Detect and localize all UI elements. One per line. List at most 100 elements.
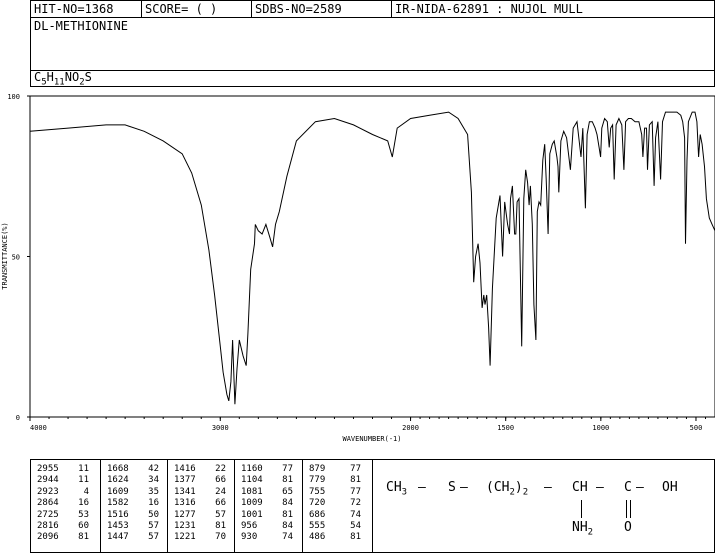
peak-transmittance: 42 [148, 464, 159, 474]
structure-c: C [624, 480, 632, 495]
peak-wavenumber: 1231 [174, 521, 196, 532]
peak-row: 720 72 [309, 498, 361, 509]
peak-transmittance: 77 [282, 464, 293, 474]
structure-s: S [448, 480, 456, 495]
peak-row: 1316 66 [174, 498, 226, 509]
peak-wavenumber: 1416 [174, 464, 196, 474]
peak-row: 1416 22 [174, 464, 226, 475]
peak-wavenumber: 1582 [107, 498, 129, 509]
structure-o: O [624, 520, 632, 535]
peak-transmittance: 4 [83, 486, 89, 497]
peak-transmittance: 11 [78, 475, 89, 486]
peak-row: 1377 66 [174, 475, 226, 486]
peak-wavenumber: 2864 [37, 498, 59, 509]
peak-row: 555 54 [309, 521, 361, 532]
peak-row: 1104 81 [241, 475, 293, 486]
x-tick-label: 1500 [497, 424, 514, 432]
peak-row: 2944 11 [37, 475, 89, 486]
peak-transmittance: 53 [78, 509, 89, 520]
peak-column-table: 1416 22 1377 66 1341 24 1316 66 1277 57 1231 81 1221… [174, 464, 226, 544]
structure-nh2-text: NH [572, 520, 588, 535]
peak-wavenumber: 2923 [37, 486, 59, 497]
peak-transmittance: 35 [148, 486, 159, 497]
bond-1: — [418, 480, 426, 495]
peak-row: 686 74 [309, 510, 361, 521]
peak-row: 1341 24 [174, 487, 226, 498]
peak-row: 2816 60 [37, 521, 89, 532]
peak-transmittance: 81 [282, 509, 293, 520]
structure-chain-text: (CH [486, 480, 510, 495]
peak-wavenumber: 1316 [174, 498, 196, 509]
structure-chain-close: ) [514, 480, 523, 495]
peak-wavenumber: 486 [309, 532, 326, 543]
peak-column: 1160 77 1104 81 1081 65 1009 84 1001 81 956 84 930 74 [235, 460, 303, 552]
peak-row: 1582 16 [107, 498, 159, 509]
peak-row: 1160 77 [241, 464, 293, 475]
peak-column: 879 77 779 81 755 77 720 72 686 74 555 54 486 81 [303, 460, 373, 552]
peak-transmittance: 57 [215, 509, 226, 520]
plot-border [29, 95, 715, 418]
peak-wavenumber: 1624 [107, 475, 129, 486]
peak-row: 930 74 [241, 532, 293, 543]
peak-transmittance: 81 [215, 521, 226, 532]
structure-ch3: CH3 [386, 480, 407, 498]
peak-transmittance: 81 [350, 532, 361, 543]
peak-row: 2864 16 [37, 498, 89, 509]
peak-wavenumber: 2816 [37, 521, 59, 532]
peak-transmittance: 84 [282, 498, 293, 509]
peak-wavenumber: 1516 [107, 509, 129, 520]
peak-transmittance: 70 [215, 532, 226, 543]
x-tick-label: 500 [690, 424, 703, 432]
peak-column-table: 2955 11 2944 11 2923 4 2864 16 2725 53 2816 60 2096 8… [37, 464, 89, 544]
spectrum-line [29, 111, 715, 405]
peak-transmittance: 16 [148, 498, 159, 509]
peak-wavenumber: 1668 [107, 464, 129, 474]
peak-wavenumber: 1277 [174, 509, 196, 520]
peak-row: 1453 57 [107, 521, 159, 532]
peak-wavenumber: 1081 [241, 486, 263, 497]
peak-wavenumber: 686 [309, 509, 326, 520]
structure-diagram: CH3 — S — (CH2)2 — CH — C — OH NH2 O [374, 460, 715, 552]
peak-row: 2955 11 [37, 464, 89, 475]
peak-transmittance: 81 [350, 475, 361, 486]
x-tick-label: 1000 [592, 424, 609, 432]
double-bond-right [630, 500, 631, 518]
peak-transmittance: 66 [215, 498, 226, 509]
peak-wavenumber: 2096 [37, 532, 59, 543]
peak-transmittance: 24 [215, 486, 226, 497]
structure-nh2: NH2 [572, 520, 593, 538]
ir-spectrum-chart: 0 50 100 4000 3000 2000 1500 1000 500 TRANSMITT… [1, 93, 715, 443]
peak-row: 486 81 [309, 532, 361, 543]
peak-panel: 2955 11 2944 11 2923 4 2864 16 2725 53 2816 60 2096 8… [30, 459, 715, 553]
peak-row: 1221 70 [174, 532, 226, 543]
peak-wavenumber: 1447 [107, 532, 129, 543]
peak-row: 2725 53 [37, 510, 89, 521]
peak-wavenumber: 1341 [174, 486, 196, 497]
peak-transmittance: 54 [350, 521, 361, 532]
bond-ch-nh2 [581, 500, 582, 518]
structure-chain-n: 2 [522, 487, 529, 498]
peak-transmittance: 72 [350, 498, 361, 509]
x-axis-label: WAVENUMBER(-1) [342, 435, 401, 443]
peak-row: 755 77 [309, 487, 361, 498]
peak-row: 1624 34 [107, 475, 159, 486]
structure-nh2-sub: 2 [587, 527, 594, 538]
peak-wavenumber: 2725 [37, 509, 59, 520]
peak-row: 1516 50 [107, 510, 159, 521]
structure-oh: OH [662, 480, 678, 495]
peak-transmittance: 11 [78, 464, 89, 474]
peak-wavenumber: 720 [309, 498, 326, 509]
peak-wavenumber: 555 [309, 521, 326, 532]
peak-column: 1668 42 1624 34 1609 35 1582 16 1516 50 1453 57 1447… [101, 460, 168, 552]
peak-column-table: 1160 77 1104 81 1081 65 1009 84 1001 81 956 84 930 74 [241, 464, 293, 544]
peak-wavenumber: 1609 [107, 486, 129, 497]
x-tick-label: 2000 [402, 424, 419, 432]
peak-wavenumber: 1453 [107, 521, 129, 532]
y-axis-label: TRANSMITTANCE(%) [1, 222, 9, 289]
peak-row: 779 81 [309, 475, 361, 486]
peak-wavenumber: 1221 [174, 532, 196, 543]
peak-transmittance: 65 [282, 486, 293, 497]
peak-row: 1277 57 [174, 510, 226, 521]
peak-transmittance: 74 [282, 532, 293, 543]
peak-transmittance: 74 [350, 509, 361, 520]
